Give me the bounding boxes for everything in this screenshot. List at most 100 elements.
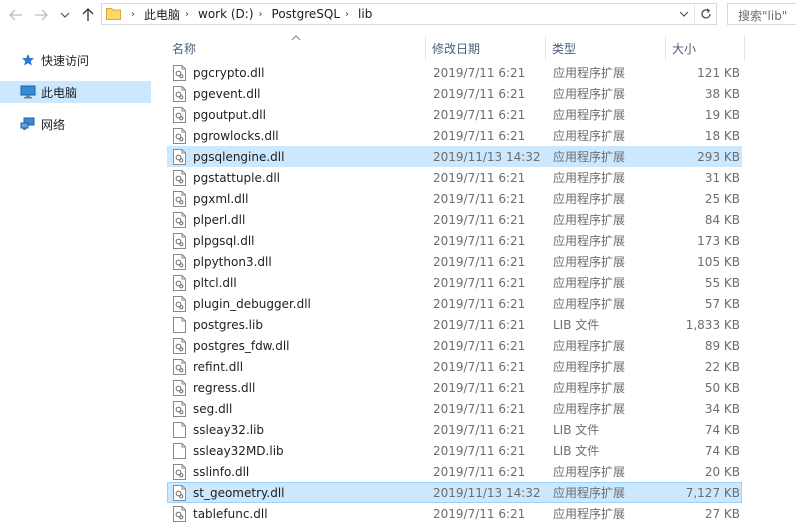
chevron-right-icon[interactable]: › (185, 9, 189, 20)
file-size: 84 KB (704, 212, 740, 227)
file-icon (173, 314, 187, 335)
file-row[interactable]: pgstattuple.dll 2019/7/11 6:21 应用程序扩展 31 KB (167, 167, 742, 188)
file-row[interactable]: postgres_fdw.dll 2019/7/11 6:21 应用程序扩展 89 K… (167, 335, 742, 356)
file-row[interactable]: pgxml.dll 2019/7/11 6:21 应用程序扩展 25 KB (167, 188, 742, 209)
refresh-icon (700, 8, 711, 19)
file-name: tablefunc.dll (193, 506, 268, 521)
file-type: 应用程序扩展 (553, 66, 626, 80)
column-divider[interactable] (744, 36, 745, 60)
file-name: pgxml.dll (193, 191, 249, 206)
breadcrumb-drive[interactable]: work (D:) (198, 7, 254, 21)
column-divider[interactable] (425, 36, 426, 60)
file-name: st_geometry.dll (193, 485, 285, 500)
file-date: 2019/7/11 6:21 (433, 443, 526, 458)
file-row[interactable]: plpgsql.dll 2019/7/11 6:21 应用程序扩展 173 KB (167, 230, 742, 251)
file-row[interactable]: plugin_debugger.dll 2019/7/11 6:21 应用程序扩展 5… (167, 293, 742, 314)
file-size: 74 KB (704, 443, 740, 458)
address-bar[interactable]: › 此电脑 › work (D:) › PostgreSQL › lib (101, 3, 717, 25)
file-row[interactable]: postgres.lib 2019/7/11 6:21 LIB 文件 1,833 KB (167, 314, 742, 335)
chevron-down-icon (60, 12, 70, 18)
file-row[interactable]: ssleay32MD.lib 2019/7/11 6:21 LIB 文件 74 KB (167, 440, 742, 461)
dll-file-icon (173, 104, 187, 125)
back-button[interactable] (6, 5, 26, 25)
file-type: 应用程序扩展 (553, 465, 626, 479)
forward-button[interactable] (31, 5, 51, 25)
address-history-dropdown[interactable] (674, 4, 694, 24)
address-toolbar: › 此电脑 › work (D:) › PostgreSQL › lib 搜索"… (0, 0, 796, 30)
breadcrumb-postgresql[interactable]: PostgreSQL (272, 7, 341, 21)
file-row[interactable]: pgevent.dll 2019/7/11 6:21 应用程序扩展 38 KB (167, 83, 742, 104)
file-name: ssleay32MD.lib (193, 443, 284, 458)
chevron-right-icon[interactable]: › (345, 9, 349, 20)
file-row[interactable]: regress.dll 2019/7/11 6:21 应用程序扩展 50 KB (167, 377, 742, 398)
file-name: pltcl.dll (193, 275, 237, 290)
nav-item-quick-access[interactable]: 快速访问 (0, 49, 151, 71)
dll-file-icon (173, 62, 187, 83)
network-icon (20, 116, 36, 132)
file-name: pgsqlengine.dll (193, 149, 285, 164)
file-name: pgrowlocks.dll (193, 128, 279, 143)
column-divider[interactable] (545, 36, 546, 60)
file-type: 应用程序扩展 (553, 381, 626, 395)
file-name: postgres.lib (193, 317, 263, 332)
chevron-right-icon[interactable]: › (259, 9, 263, 20)
file-row[interactable]: pgcrypto.dll 2019/7/11 6:21 应用程序扩展 121 KB (167, 62, 742, 83)
column-name[interactable]: 名称 (172, 36, 196, 60)
file-date: 2019/7/11 6:21 (433, 65, 526, 80)
up-button[interactable] (78, 5, 98, 25)
file-size: 1,833 KB (685, 317, 740, 332)
file-row[interactable]: pgsqlengine.dll 2019/11/13 14:32 应用程序扩展 293… (167, 146, 742, 167)
chevron-right-icon[interactable]: › (131, 9, 135, 20)
file-date: 2019/7/11 6:21 (433, 275, 526, 290)
file-size: 55 KB (704, 275, 740, 290)
navigation-pane: 快速访问 此电脑 网络 (0, 30, 155, 525)
file-size: 293 KB (697, 149, 740, 164)
file-size: 105 KB (697, 254, 740, 269)
dll-file-icon (173, 125, 187, 146)
file-date: 2019/7/11 6:21 (433, 191, 526, 206)
breadcrumb-lib[interactable]: lib (358, 7, 372, 21)
file-name: seg.dll (193, 401, 233, 416)
file-row[interactable]: refint.dll 2019/7/11 6:21 应用程序扩展 22 KB (167, 356, 742, 377)
file-row[interactable]: plpython3.dll 2019/7/11 6:21 应用程序扩展 105 KB (167, 251, 742, 272)
dll-file-icon (173, 398, 187, 419)
file-type: 应用程序扩展 (553, 108, 626, 122)
file-row[interactable]: ssleay32.lib 2019/7/11 6:21 LIB 文件 74 KB (167, 419, 742, 440)
file-row[interactable]: st_geometry.dll 2019/11/13 14:32 应用程序扩展 7,1… (167, 482, 742, 503)
file-type: 应用程序扩展 (553, 129, 626, 143)
file-type: LIB 文件 (553, 318, 600, 332)
column-type[interactable]: 类型 (552, 36, 576, 60)
nav-item-this-pc[interactable]: 此电脑 (0, 81, 151, 103)
file-size: 20 KB (704, 464, 740, 479)
file-date: 2019/7/11 6:21 (433, 422, 526, 437)
file-row[interactable]: pgrowlocks.dll 2019/7/11 6:21 应用程序扩展 18 KB (167, 125, 742, 146)
file-type: LIB 文件 (553, 444, 600, 458)
file-row[interactable]: tablefunc.dll 2019/7/11 6:21 应用程序扩展 27 KB (167, 503, 742, 524)
breadcrumb-this-pc[interactable]: 此电脑 (144, 6, 180, 23)
chevron-down-icon (679, 11, 689, 17)
nav-item-network[interactable]: 网络 (0, 113, 151, 135)
file-row[interactable]: sslinfo.dll 2019/7/11 6:21 应用程序扩展 20 KB (167, 461, 742, 482)
column-date[interactable]: 修改日期 (432, 36, 480, 60)
file-type: 应用程序扩展 (553, 171, 626, 185)
file-type: LIB 文件 (553, 423, 600, 437)
column-size[interactable]: 大小 (672, 36, 696, 60)
file-date: 2019/7/11 6:21 (433, 380, 526, 395)
dll-file-icon (173, 272, 187, 293)
file-size: 89 KB (704, 338, 740, 353)
file-row[interactable]: plperl.dll 2019/7/11 6:21 应用程序扩展 84 KB (167, 209, 742, 230)
file-row[interactable]: seg.dll 2019/7/11 6:21 应用程序扩展 34 KB (167, 398, 742, 419)
refresh-button[interactable] (694, 4, 716, 24)
file-type: 应用程序扩展 (553, 192, 626, 206)
recent-locations-button[interactable] (55, 5, 75, 25)
file-icon (173, 440, 187, 461)
file-row[interactable]: pltcl.dll 2019/7/11 6:21 应用程序扩展 55 KB (167, 272, 742, 293)
file-size: 121 KB (697, 65, 740, 80)
file-date: 2019/7/11 6:21 (433, 338, 526, 353)
file-size: 57 KB (704, 296, 740, 311)
file-size: 31 KB (704, 170, 740, 185)
breadcrumb: › 此电脑 › work (D:) › PostgreSQL › lib (126, 4, 372, 24)
column-divider[interactable] (665, 36, 666, 60)
file-row[interactable]: pgoutput.dll 2019/7/11 6:21 应用程序扩展 19 KB (167, 104, 742, 125)
search-input[interactable]: 搜索"lib" (727, 3, 796, 25)
